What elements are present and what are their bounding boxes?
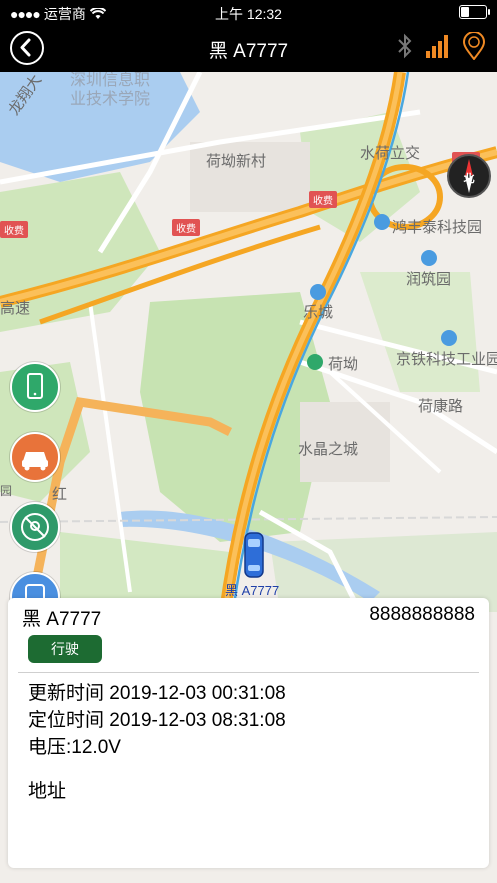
status-bar: ●●●● 运营商 上午 12:32 <box>0 0 497 24</box>
poi-marker[interactable] <box>421 250 437 266</box>
gps-location-icon[interactable] <box>463 32 485 60</box>
car-icon <box>22 452 48 471</box>
map-label: 园 <box>0 484 13 498</box>
poi-marker[interactable] <box>374 214 390 230</box>
toll-badge: 收费 <box>172 219 200 236</box>
vehicle-marker-icon[interactable] <box>243 531 265 579</box>
phone-number[interactable]: 8888888888 <box>369 604 475 626</box>
metro-marker[interactable] <box>307 354 323 370</box>
address-label: 地址 <box>28 781 67 802</box>
no-location-icon <box>21 513 49 541</box>
status-badge: 行驶 <box>28 635 102 663</box>
map-label: 荷康路 <box>418 398 464 415</box>
map-label: 红 <box>52 486 68 503</box>
nav-bar: 黑 A7777 <box>0 24 497 72</box>
map-label: 水晶之城 <box>298 441 359 458</box>
poi-marker[interactable] <box>441 330 457 346</box>
toll-badge: 收费 <box>309 191 337 208</box>
location-time: 定位时间 2019-12-03 08:31:08 <box>28 710 286 731</box>
car-button[interactable] <box>10 432 60 482</box>
fence-button[interactable] <box>10 502 60 552</box>
map-label: 高速 <box>0 300 31 317</box>
nav-icons <box>397 32 485 60</box>
map-label: 润筑园 <box>406 271 452 288</box>
map-label: 京铁科技工业园 <box>396 351 497 368</box>
vehicle-map-label: 黑 A7777 <box>225 583 280 598</box>
phone-button[interactable] <box>10 362 60 412</box>
status-time: 上午 12:32 <box>215 6 282 22</box>
map-label: 业技术学院 <box>70 91 151 108</box>
voltage-value: 电压:12.0V <box>28 737 121 758</box>
vehicle-info-panel: 黑 A7777 8888888888 行驶 更新时间 2019-12-03 00… <box>8 598 489 868</box>
divider <box>18 672 479 673</box>
toll-badge: 收费 <box>0 221 28 238</box>
map-label: 水荷立交 <box>360 145 421 162</box>
battery-icon <box>459 5 490 19</box>
map-label: 鸿丰泰科技园 <box>392 219 483 236</box>
signal-bars-icon <box>426 35 448 58</box>
plate-number: 黑 A7777 <box>22 609 102 630</box>
map-label: 荷坳新村 <box>206 153 267 170</box>
poi-marker[interactable] <box>310 284 326 300</box>
map-label: 乐城 <box>303 304 334 321</box>
compass-button[interactable]: 北 <box>447 154 491 198</box>
phone-icon <box>27 373 43 399</box>
compass-label: 北 <box>463 173 475 185</box>
update-time: 更新时间 2019-12-03 00:31:08 <box>28 683 286 704</box>
bluetooth-icon[interactable] <box>397 32 413 60</box>
map-label: 荷坳 <box>328 356 359 373</box>
